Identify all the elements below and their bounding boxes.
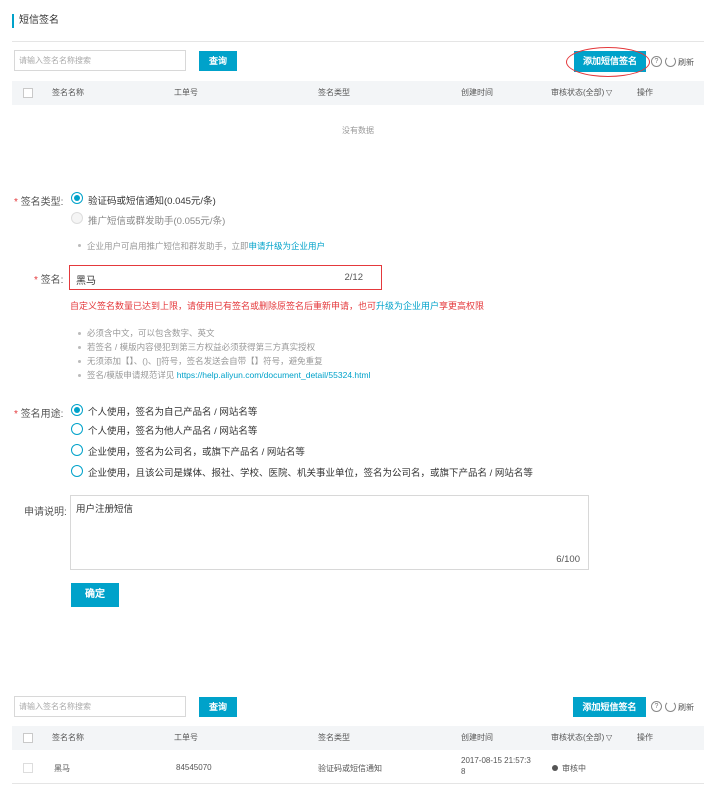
bullet xyxy=(78,332,81,335)
col-ticket: 工单号 xyxy=(174,733,198,742)
bullet xyxy=(78,346,81,349)
col-status[interactable]: 审核状态(全部) xyxy=(551,726,604,750)
select-all-checkbox-2[interactable] xyxy=(23,733,33,743)
search-input-2[interactable]: 请输入签名名称搜索 xyxy=(14,696,186,717)
status-dot xyxy=(552,765,558,771)
use-option-3[interactable]: 企业使用，签名为公司名，或旗下产品名 / 网站名等 xyxy=(88,444,305,458)
type-radio-promo[interactable] xyxy=(71,212,83,224)
type-tip: 企业用户可启用推广短信和群发助手，立即申请升级为企业用户 xyxy=(87,241,326,251)
error-upgrade-link[interactable]: 升级为企业用户 xyxy=(376,301,439,311)
help-icon[interactable]: ? xyxy=(651,56,662,67)
bullet xyxy=(78,374,81,377)
page-title: 短信签名 xyxy=(12,14,59,28)
use-option-2[interactable]: 个人使用，签名为他人产品名 / 网站名等 xyxy=(88,423,257,437)
signature-count: 2/12 xyxy=(344,272,364,283)
table-row: 黑马 84545070 验证码或短信通知 2017-08-15 21:57:3 … xyxy=(12,750,704,784)
col-name: 签名名称 xyxy=(52,733,84,742)
rule-item: 若签名 / 模版内容侵犯到第三方权益必须获得第三方真实授权 xyxy=(87,342,316,352)
row-status: 审核中 xyxy=(562,764,586,773)
table-header: 签名名称 工单号 签名类型 创建时间 审核状态(全部) ▽ 操作 xyxy=(12,81,704,105)
signature-value: 黑马 xyxy=(76,276,96,287)
description-value: 用户注册短信 xyxy=(76,504,134,515)
description-textarea[interactable]: 用户注册短信 6/100 xyxy=(70,495,589,570)
row-name: 黑马 xyxy=(54,764,70,773)
type-option-verify[interactable]: 验证码或短信通知(0.045元/条) xyxy=(88,193,216,207)
rule-item: 必须含中文，可以包含数字、英文 xyxy=(87,328,215,338)
use-option-1[interactable]: 个人使用，签名为自己产品名 / 网站名等 xyxy=(88,404,257,418)
submit-button[interactable]: 确定 xyxy=(71,583,119,607)
sig-label: * 签名: xyxy=(34,275,64,286)
signature-input[interactable]: 黑马 2/12 xyxy=(69,265,382,290)
title-divider xyxy=(12,41,704,42)
use-radio-3[interactable] xyxy=(71,444,83,456)
col-status[interactable]: 审核状态(全部) xyxy=(551,81,604,105)
col-action: 操作 xyxy=(637,733,653,742)
use-radio-2[interactable] xyxy=(71,423,83,435)
desc-label: 申请说明: xyxy=(24,507,67,518)
upgrade-link[interactable]: 申请升级为企业用户 xyxy=(249,241,326,251)
refresh-icon[interactable] xyxy=(665,701,676,712)
col-action: 操作 xyxy=(637,88,653,97)
bullet xyxy=(78,244,81,247)
col-name: 签名名称 xyxy=(52,88,84,97)
type-label: * 签名类型: xyxy=(14,197,64,208)
select-all-checkbox[interactable] xyxy=(23,88,33,98)
refresh-button-2[interactable]: 刷新 xyxy=(678,702,694,713)
col-ticket: 工单号 xyxy=(174,88,198,97)
col-type: 签名类型 xyxy=(318,733,350,742)
use-label: * 签名用途: xyxy=(14,409,64,420)
row-created: 2017-08-15 21:57:3 xyxy=(461,756,531,765)
filter-icon[interactable]: ▽ xyxy=(606,81,612,105)
col-type: 签名类型 xyxy=(318,88,350,97)
refresh-button[interactable]: 刷新 xyxy=(678,57,694,68)
description-count: 6/100 xyxy=(556,554,580,565)
row-checkbox[interactable] xyxy=(23,763,33,773)
col-created: 创建时间 xyxy=(461,88,493,97)
refresh-icon[interactable] xyxy=(665,56,676,67)
help-icon[interactable]: ? xyxy=(651,701,662,712)
row-ticket: 84545070 xyxy=(176,763,212,772)
rule-item: 签名/模版申请规范详见 https://help.aliyun.com/docu… xyxy=(87,370,371,380)
type-option-promo[interactable]: 推广短信或群发助手(0.055元/条) xyxy=(88,213,225,227)
rule-item: 无须添加【】、()、[]符号，签名发送会自带【】符号，避免重复 xyxy=(87,356,323,366)
add-signature-button-2[interactable]: 添加短信签名 xyxy=(573,697,646,717)
table-header-2: 签名名称 工单号 签名类型 创建时间 审核状态(全部) ▽ 操作 xyxy=(12,726,704,750)
query-button-2[interactable]: 查询 xyxy=(199,697,237,717)
filter-icon[interactable]: ▽ xyxy=(606,726,612,750)
rule-doc-link[interactable]: https://help.aliyun.com/document_detail/… xyxy=(177,370,371,380)
use-radio-4[interactable] xyxy=(71,465,83,477)
empty-text: 没有数据 xyxy=(342,126,374,135)
row-created-wrap: 8 xyxy=(461,767,466,776)
query-button[interactable]: 查询 xyxy=(199,51,237,71)
type-radio-verify[interactable] xyxy=(71,192,83,204)
col-created: 创建时间 xyxy=(461,733,493,742)
use-option-4[interactable]: 企业使用，且该公司是媒体、报社、学校、医院、机关事业单位，签名为公司名，或旗下产… xyxy=(88,465,533,479)
highlight-oval xyxy=(566,47,650,77)
error-message: 自定义签名数量已达到上限，请使用已有签名或删除原签名后重新申请，也可升级为企业用… xyxy=(70,301,485,311)
search-input[interactable]: 请输入签名名称搜索 xyxy=(14,50,186,71)
row-type: 验证码或短信通知 xyxy=(318,764,382,773)
use-radio-1[interactable] xyxy=(71,404,83,416)
bullet xyxy=(78,360,81,363)
